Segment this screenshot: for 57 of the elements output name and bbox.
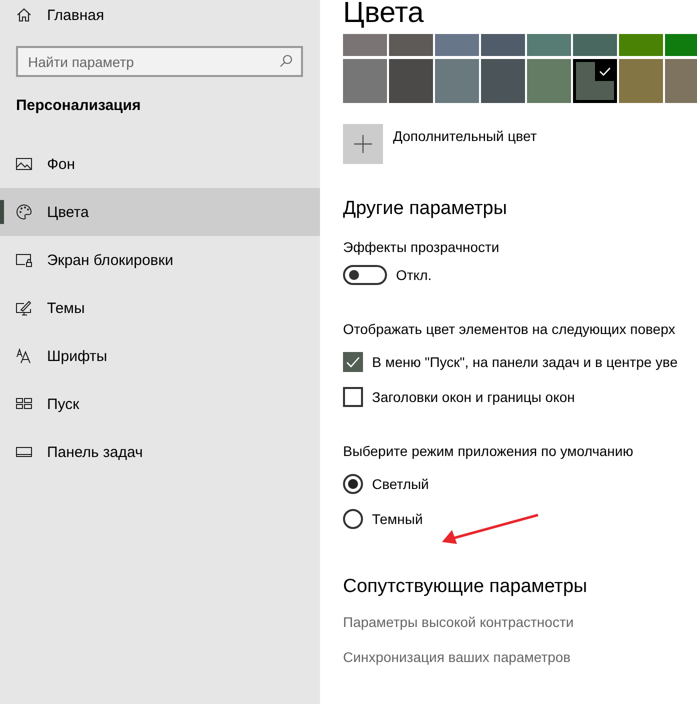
setting-label: Эффекты прозрачности [343, 239, 500, 255]
custom-color-label: Дополнительный цвет [393, 128, 537, 144]
toggle-switch[interactable] [343, 265, 387, 285]
settings-link[interactable]: Синхронизация ваших параметров [343, 649, 697, 665]
home-link[interactable]: Главная [0, 0, 320, 30]
color-swatch[interactable] [389, 59, 433, 103]
section-heading: Другие параметры [343, 198, 508, 220]
color-swatch[interactable] [619, 59, 663, 103]
color-swatch[interactable] [665, 59, 697, 103]
radio-label: Светлый [372, 476, 429, 492]
checkbox-label: В меню "Пуск", на панели задач и в центре уве [372, 354, 678, 370]
color-swatch[interactable] [573, 59, 617, 103]
color-swatch[interactable] [573, 34, 617, 56]
nav-item[interactable]: Панель задач [0, 428, 320, 476]
tiles-icon [16, 396, 32, 412]
checkbox[interactable] [343, 387, 363, 407]
color-swatch[interactable] [435, 34, 479, 56]
nav-item[interactable]: Шрифты [0, 332, 320, 380]
color-swatch[interactable] [665, 34, 697, 56]
radio-button[interactable] [343, 474, 363, 494]
picture-icon [16, 156, 32, 172]
color-swatch[interactable] [527, 59, 571, 103]
checkmark-icon [595, 61, 615, 81]
color-swatch[interactable] [527, 34, 571, 56]
add-color-button[interactable] [343, 124, 383, 164]
home-icon [16, 7, 32, 23]
screen-lock-icon [16, 252, 32, 268]
color-swatch[interactable] [389, 34, 433, 56]
section-heading: Сопутствующие параметры [343, 576, 588, 598]
color-swatch[interactable] [619, 34, 663, 56]
font-icon [16, 348, 32, 364]
page-title: Цвета [343, 0, 425, 31]
checkbox[interactable] [343, 352, 363, 372]
settings-link[interactable]: Параметры высокой контрастности [343, 614, 697, 630]
nav-item[interactable]: Цвета [0, 188, 320, 236]
toggle-state: Откл. [396, 267, 432, 283]
search-field[interactable]: Найти параметр [16, 46, 303, 77]
nav-item[interactable]: Темы [0, 284, 320, 332]
radio-button[interactable] [343, 509, 363, 529]
nav-item[interactable]: Фон [0, 140, 320, 188]
search-icon [279, 54, 293, 68]
color-swatch[interactable] [481, 59, 525, 103]
section-title: Персонализация [15, 96, 142, 114]
plus-icon [353, 134, 373, 154]
setting-label: Отображать цвет элементов на следующих поверх [343, 321, 676, 337]
nav-item[interactable]: Пуск [0, 380, 320, 428]
color-swatch[interactable] [343, 34, 387, 56]
monitor-brush-icon [16, 300, 32, 316]
radio-label: Темный [372, 511, 423, 527]
color-swatch[interactable] [481, 34, 525, 56]
color-swatch[interactable] [343, 59, 387, 103]
palette-icon [16, 204, 32, 220]
setting-label: Выберите режим приложения по умолчанию [343, 443, 634, 459]
nav-item[interactable]: Экран блокировки [0, 236, 320, 284]
color-swatch[interactable] [435, 59, 479, 103]
taskbar-icon [16, 444, 32, 460]
checkbox-label: Заголовки окон и границы окон [372, 389, 575, 405]
